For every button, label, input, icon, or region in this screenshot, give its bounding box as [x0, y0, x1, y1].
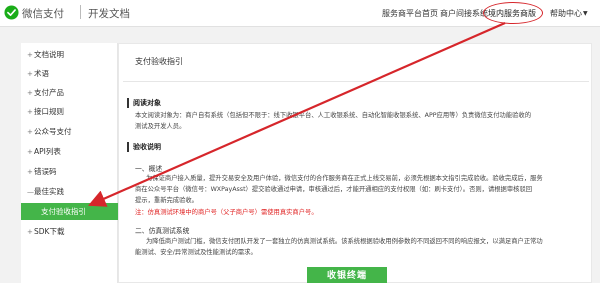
main-content: 支付验收指引 阅读对象 本文阅读对象为：商户自有系统（包括但不限于：线下收银平台… [118, 43, 592, 283]
page-title: 支付验收指引 [135, 57, 183, 66]
sidebar-item-label: 接口规则 [34, 107, 64, 116]
chevron-down-icon: ▼ [583, 10, 588, 17]
subsection-sandbox-title: 二、仿真测试系统 [135, 227, 190, 235]
sidebar-item-docs-intro[interactable]: +文档说明 [21, 46, 118, 63]
page: 微信支付 开发文档 服务商平台首页 商户间接系统 境内服务商版 帮助中心▼ +文… [0, 0, 600, 283]
sidebar: +文档说明 +术语 +支付产品 +接口规则 +公众号支付 +API列表 +错误码… [21, 43, 118, 283]
title-divider [123, 81, 589, 82]
sidebar-item-label: 文档说明 [34, 50, 64, 59]
sidebar-item-label: 公众号支付 [34, 127, 72, 136]
nav-merchant-system[interactable]: 商户间接系统 [440, 8, 488, 19]
expand-plus-icon: + [27, 168, 33, 176]
audience-line-1: 本文阅读对象为：商户自有系统（包括但不限于：线下收银平台、人工收银系统、自动化智… [135, 112, 532, 119]
sidebar-item-api-rules[interactable]: +接口规则 [21, 103, 118, 120]
nav-help-center[interactable]: 帮助中心▼ [550, 8, 588, 19]
overview-line-2: 商在公众号平台（微信号：WXPayAsst）提交验收通过申请，审核通过后，才能开… [135, 186, 533, 193]
sidebar-item-best-practice[interactable]: —最佳实践 [21, 183, 118, 200]
sidebar-item-label: API列表 [34, 147, 61, 156]
sidebar-item-products[interactable]: +支付产品 [21, 84, 118, 101]
expand-plus-icon: + [27, 148, 33, 156]
sidebar-item-label: SDK下载 [34, 227, 65, 236]
sidebar-item-label: 支付产品 [34, 88, 64, 97]
overview-line-1: 为保证商户接入质量，提升交易安全及用户体验，微信支付的合作服务商在正式上线交易前… [146, 175, 543, 182]
expand-plus-icon: + [27, 128, 33, 136]
sidebar-item-label: 支付验收指引 [41, 207, 86, 216]
sidebar-item-sdk-download[interactable]: +SDK下载 [21, 223, 118, 240]
section-heading-acceptance: 验收说明 [127, 142, 161, 152]
sidebar-item-error-codes[interactable]: +错误码 [21, 163, 118, 180]
sidebar-item-api-list[interactable]: +API列表 [21, 143, 118, 160]
wechat-pay-logo-icon [4, 5, 19, 20]
section-heading-audience: 阅读对象 [127, 98, 161, 108]
expand-plus-icon: + [27, 51, 33, 59]
sandbox-line-1: 为降低商户测试门槛，微信支付团队开发了一套独立的仿真测试系统。该系统根据验收用例… [146, 238, 543, 245]
pos-terminal-button[interactable]: 收银终端 [307, 267, 387, 283]
sidebar-item-terms[interactable]: +术语 [21, 65, 118, 82]
nav-provider-home[interactable]: 服务商平台首页 [382, 8, 438, 19]
brand-subtitle[interactable]: 开发文档 [88, 6, 130, 21]
sidebar-item-label: 最佳实践 [34, 187, 64, 196]
sidebar-item-label: 错误码 [34, 167, 57, 176]
audience-line-2: 测试及开发人员。 [135, 123, 186, 130]
brand-name[interactable]: 微信支付 [22, 6, 64, 21]
nav-help-center-label: 帮助中心 [550, 9, 582, 18]
sidebar-item-acceptance-guide[interactable]: 支付验收指引 [21, 203, 118, 220]
overview-warning: 注：仿真测试环境中的商户号（父子商户号）需使用真实商户号。 [135, 209, 318, 216]
annotation-circle [483, 2, 543, 24]
sidebar-item-label: 术语 [34, 69, 49, 78]
sandbox-line-2: 能测试、安全/异常测试及性能测试的需求。 [135, 249, 257, 256]
overview-line-3: 提示，重新完成验收。 [135, 197, 198, 204]
brand-divider [80, 5, 81, 19]
subsection-overview-title: 一、概述 [135, 165, 163, 173]
expand-plus-icon: + [27, 108, 33, 116]
sidebar-item-jsapi-pay[interactable]: +公众号支付 [21, 123, 118, 140]
top-bar: 微信支付 开发文档 服务商平台首页 商户间接系统 境内服务商版 帮助中心▼ [0, 0, 600, 27]
collapse-minus-icon: — [27, 188, 34, 196]
expand-plus-icon: + [27, 228, 33, 236]
expand-plus-icon: + [27, 89, 33, 97]
expand-plus-icon: + [27, 70, 33, 78]
